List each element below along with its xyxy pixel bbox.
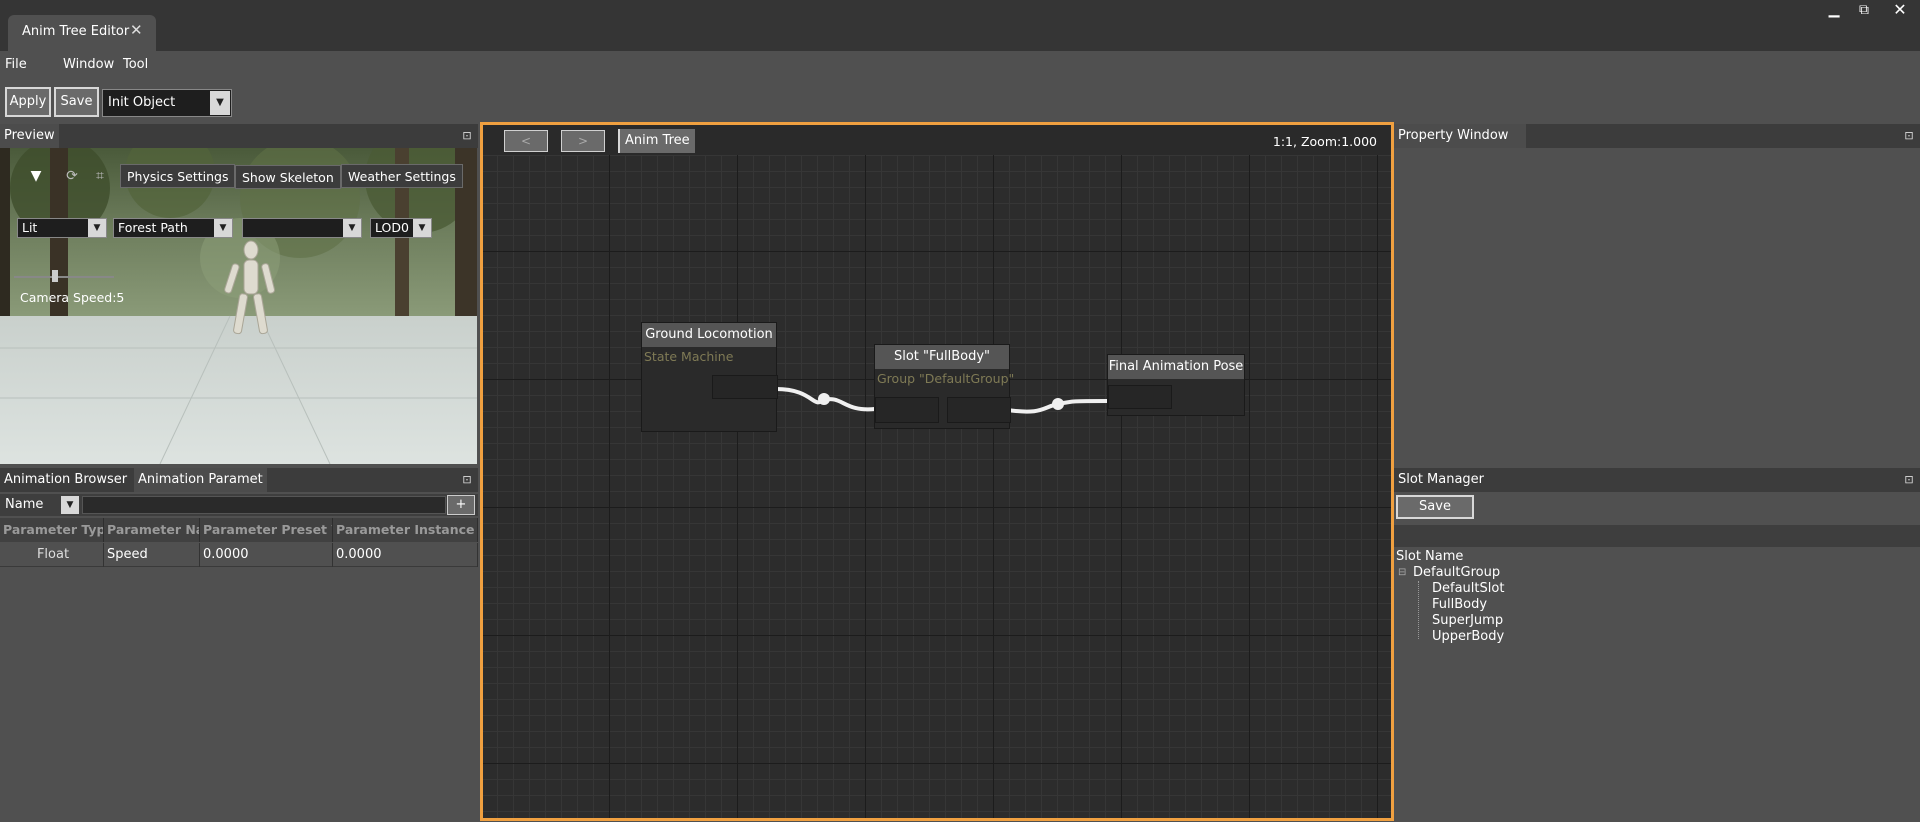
anim-graph-canvas[interactable]: < > Anim Tree 1:1, Zoom:1.000 Ground Loc… xyxy=(480,122,1394,821)
tree-group-defaultgroup[interactable]: DefaultGroup xyxy=(1413,565,1500,580)
param-name-cell: Speed xyxy=(104,543,200,567)
animation-panel-header: Animation Browser Animation Paramet ⊡ xyxy=(0,468,478,492)
tab-preview[interactable]: Preview xyxy=(0,124,59,148)
chevron-down-icon[interactable]: ▼ xyxy=(413,219,431,237)
slot-manager-header: Slot Manager ⊡ xyxy=(1394,468,1920,492)
wire-knot xyxy=(818,393,830,405)
document-tab-label: Anim Tree Editor xyxy=(22,24,130,39)
parameter-search-input[interactable] xyxy=(82,496,446,514)
menu-tool[interactable]: Tool xyxy=(123,57,148,72)
node-final-animation-pose[interactable]: Final Animation Pose xyxy=(1107,354,1245,416)
param-instance-cell[interactable]: 0.0000 xyxy=(333,543,478,567)
column-header[interactable]: Parameter Preset Value xyxy=(200,518,333,542)
camera-speed-slider[interactable] xyxy=(14,276,114,278)
preview-option-select[interactable]: ▼ xyxy=(242,218,362,238)
minimize-icon[interactable]: ▁ xyxy=(1820,0,1848,22)
environment-select[interactable]: Forest Path ▼ xyxy=(113,218,233,238)
lighting-mode-select[interactable]: Lit ▼ xyxy=(17,218,107,238)
chevron-down-icon[interactable]: ▼ xyxy=(61,496,79,514)
slot-name-column-header: Slot Name xyxy=(1396,549,1464,564)
save-button[interactable]: Save xyxy=(54,87,99,117)
column-header[interactable]: Parameter Name xyxy=(104,518,200,542)
node-title: Slot "FullBody" xyxy=(875,345,1009,369)
node-ground-locomotion[interactable]: Ground Locomotion State Machine xyxy=(641,322,778,432)
param-type-cell: Float xyxy=(0,543,104,567)
node-slot-fullbody[interactable]: Slot "FullBody" Group "DefaultGroup" xyxy=(874,344,1014,429)
tree-guide-line xyxy=(1418,581,1419,639)
input-pin[interactable] xyxy=(1108,385,1172,409)
param-preset-cell[interactable]: 0.0000 xyxy=(200,543,333,567)
close-tab-icon[interactable]: ✕ xyxy=(130,21,143,39)
pin-icon[interactable]: ⊡ xyxy=(460,473,474,487)
show-skeleton-button[interactable]: Show Skeleton xyxy=(235,165,341,189)
view-options-icon[interactable]: ▼ xyxy=(22,164,50,188)
tree-item-slot[interactable]: DefaultSlot xyxy=(1432,581,1504,596)
graph-wires xyxy=(774,387,1110,414)
tree-item-slot[interactable]: FullBody xyxy=(1432,597,1487,612)
tree-item-slot[interactable]: SuperJump xyxy=(1432,613,1503,628)
parameter-table-header: Parameter Type Parameter Name Parameter … xyxy=(0,518,478,542)
environment-value: Forest Path xyxy=(118,220,188,235)
output-pin[interactable] xyxy=(947,397,1011,423)
slot-save-button[interactable]: Save xyxy=(1396,495,1474,519)
input-pin[interactable] xyxy=(875,397,939,423)
add-parameter-button[interactable]: + xyxy=(447,495,475,515)
chevron-down-icon[interactable]: ▼ xyxy=(88,219,106,237)
menu-window[interactable]: Window xyxy=(63,57,114,72)
tab-animation-browser[interactable]: Animation Browser xyxy=(0,468,132,492)
lighting-mode-value: Lit xyxy=(22,220,38,235)
preview-viewport[interactable]: ▼ ⟳ ⌗ Physics Settings Show Skeleton Wea… xyxy=(0,148,477,464)
output-pin[interactable] xyxy=(712,375,778,399)
property-window-body xyxy=(1394,148,1920,464)
chevron-down-icon[interactable]: ▼ xyxy=(210,91,230,115)
apply-button[interactable]: Apply xyxy=(5,87,51,117)
pin-icon[interactable]: ⊡ xyxy=(1902,473,1916,487)
object-select-value: Init Object xyxy=(108,95,176,110)
menu-file[interactable]: File xyxy=(5,57,27,72)
pin-icon[interactable]: ⊡ xyxy=(1902,129,1916,143)
camera-icon[interactable]: ⌗ xyxy=(90,164,110,188)
parameter-filter-bar: Name ▼ + xyxy=(0,494,478,516)
collapse-icon[interactable]: ⊟ xyxy=(1398,567,1406,578)
title-bar xyxy=(0,0,1920,51)
node-subtitle: Group "DefaultGroup" xyxy=(877,371,1015,386)
weather-settings-button[interactable]: Weather Settings xyxy=(341,164,463,188)
lod-select[interactable]: LOD0 ▼ xyxy=(370,218,432,238)
slot-toolbar xyxy=(1394,525,1920,547)
filter-label: Name xyxy=(5,497,44,512)
column-header[interactable]: Parameter Instance Value xyxy=(333,518,478,542)
chevron-down-icon[interactable]: ▼ xyxy=(343,219,361,237)
pin-icon[interactable]: ⊡ xyxy=(460,129,474,143)
tab-animation-parameters[interactable]: Animation Paramet xyxy=(134,468,267,492)
tab-property-window[interactable]: Property Window xyxy=(1394,124,1526,148)
restore-icon[interactable]: ⧉ xyxy=(1850,0,1878,22)
node-title: Final Animation Pose xyxy=(1108,355,1244,379)
tree-item-slot[interactable]: UpperBody xyxy=(1432,629,1504,644)
physics-settings-button[interactable]: Physics Settings xyxy=(120,164,236,188)
tab-slot-manager[interactable]: Slot Manager xyxy=(1394,468,1522,492)
table-row[interactable]: Float Speed 0.0000 0.0000 xyxy=(0,543,478,567)
preview-panel-header: Preview ⊡ xyxy=(0,124,478,148)
refresh-icon[interactable]: ⟳ xyxy=(62,164,82,188)
node-title: Ground Locomotion xyxy=(642,323,776,347)
column-header[interactable]: Parameter Type xyxy=(0,518,104,542)
chevron-down-icon[interactable]: ▼ xyxy=(214,219,232,237)
property-window-header: Property Window ⊡ xyxy=(1394,124,1920,148)
camera-speed-label: Camera Speed:5 xyxy=(20,290,125,305)
lod-value: LOD0 xyxy=(375,220,409,235)
node-subtitle: State Machine xyxy=(644,349,734,364)
wire-knot xyxy=(1052,398,1064,410)
document-tab[interactable]: Anim Tree Editor ✕ xyxy=(8,15,156,51)
camera-speed-handle[interactable] xyxy=(52,270,58,282)
close-window-icon[interactable]: ✕ xyxy=(1886,0,1914,22)
preview-scene xyxy=(0,148,477,464)
object-select[interactable]: Init Object ▼ xyxy=(102,89,232,117)
